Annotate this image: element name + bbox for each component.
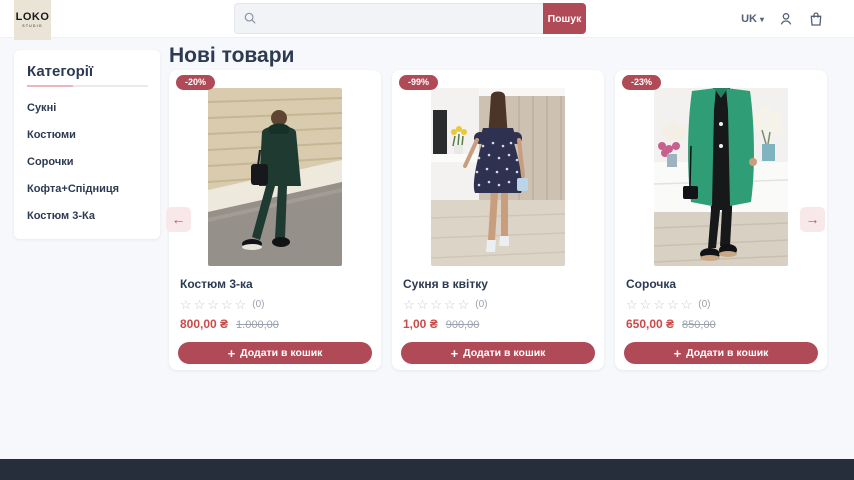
page-title: Нові товари (169, 44, 294, 68)
old-price: 1.000,00 (236, 319, 279, 331)
star-icon (667, 298, 679, 311)
product-card: -23% (615, 70, 827, 370)
carousel-prev-button[interactable]: ← (166, 207, 191, 232)
sidebar-item-sweater-skirt[interactable]: Кофта+Спідниця (27, 183, 148, 195)
star-icon (207, 298, 219, 311)
footer (0, 459, 854, 480)
language-label: UK (741, 13, 757, 25)
arrow-left-icon: ← (172, 211, 186, 227)
add-to-cart-label: Додати в кошик (686, 347, 768, 359)
star-icon (235, 298, 247, 311)
star-icon (458, 298, 470, 311)
search-bar: Пошук (234, 3, 586, 34)
sidebar-divider (27, 85, 148, 87)
header-controls: UK ▾ (741, 0, 824, 38)
add-to-cart-button[interactable]: + Додати в кошик (624, 342, 818, 364)
user-icon[interactable] (778, 11, 794, 27)
star-icon (640, 298, 652, 311)
rating: (0) (626, 298, 816, 311)
add-to-cart-label: Додати в кошик (463, 347, 545, 359)
category-sidebar: Категорії Сукні Костюми Сорочки Кофта+Сп… (14, 50, 160, 239)
price-row: 800,00 ₴ 1.000,00 (180, 317, 370, 331)
sidebar-title: Категорії (27, 63, 148, 80)
current-price: 650,00 ₴ (626, 317, 674, 331)
shopping-bag-icon[interactable] (808, 11, 824, 27)
add-to-cart-button[interactable]: + Додати в кошик (178, 342, 372, 364)
discount-badge: -99% (399, 75, 438, 90)
product-image[interactable] (654, 88, 788, 266)
search-input[interactable] (234, 3, 543, 34)
product-card: -20% (169, 70, 381, 370)
old-price: 850,00 (682, 319, 716, 331)
price-row: 650,00 ₴ 850,00 (626, 317, 816, 331)
discount-badge: -20% (176, 75, 215, 90)
star-icon (444, 298, 456, 311)
plus-icon: + (451, 347, 459, 360)
star-icon (417, 298, 429, 311)
product-grid: -20% (169, 70, 827, 370)
product-name[interactable]: Сукня в квітку (403, 277, 593, 291)
rating-count: (0) (698, 299, 710, 310)
rating-count: (0) (252, 299, 264, 310)
header: LOKO STUDIO Пошук UK ▾ (0, 0, 854, 38)
plus-icon: + (674, 347, 682, 360)
product-name[interactable]: Сорочка (626, 277, 816, 291)
star-icon (653, 298, 665, 311)
star-icon (430, 298, 442, 311)
sidebar-item-suits[interactable]: Костюми (27, 129, 148, 141)
star-icon (221, 298, 233, 311)
plus-icon: + (228, 347, 236, 360)
search-button[interactable]: Пошук (543, 3, 586, 34)
category-list: Сукні Костюми Сорочки Кофта+Спідниця Кос… (27, 102, 148, 222)
add-to-cart-label: Додати в кошик (240, 347, 322, 359)
photo-green-hoodie-suit (208, 88, 342, 266)
discount-badge: -23% (622, 75, 661, 90)
sidebar-item-suit-3pc[interactable]: Костюм 3-Ка (27, 210, 148, 222)
star-icon (681, 298, 693, 311)
arrow-right-icon: → (806, 211, 820, 227)
language-selector[interactable]: UK ▾ (741, 13, 764, 25)
rating-count: (0) (475, 299, 487, 310)
current-price: 1,00 ₴ (403, 317, 438, 331)
rating: (0) (403, 298, 593, 311)
product-name[interactable]: Костюм 3-ка (180, 277, 370, 291)
add-to-cart-button[interactable]: + Додати в кошик (401, 342, 595, 364)
price-row: 1,00 ₴ 900,00 (403, 317, 593, 331)
logo[interactable]: LOKO STUDIO (14, 0, 51, 40)
photo-navy-floral-dress (431, 88, 565, 266)
star-icon (403, 298, 415, 311)
old-price: 900,00 (446, 319, 480, 331)
carousel-next-button[interactable]: → (800, 207, 825, 232)
product-card: -99% (392, 70, 604, 370)
sidebar-item-shirts[interactable]: Сорочки (27, 156, 148, 168)
logo-title: LOKO (16, 12, 50, 23)
rating: (0) (180, 298, 370, 311)
sidebar-item-dresses[interactable]: Сукні (27, 102, 148, 114)
current-price: 800,00 ₴ (180, 317, 228, 331)
star-icon (626, 298, 638, 311)
product-image[interactable] (431, 88, 565, 266)
star-icon (194, 298, 206, 311)
star-icon (180, 298, 192, 311)
chevron-down-icon: ▾ (760, 15, 764, 24)
product-image[interactable] (208, 88, 342, 266)
logo-subtitle: STUDIO (22, 24, 42, 28)
photo-green-shirt-outfit (654, 88, 788, 266)
